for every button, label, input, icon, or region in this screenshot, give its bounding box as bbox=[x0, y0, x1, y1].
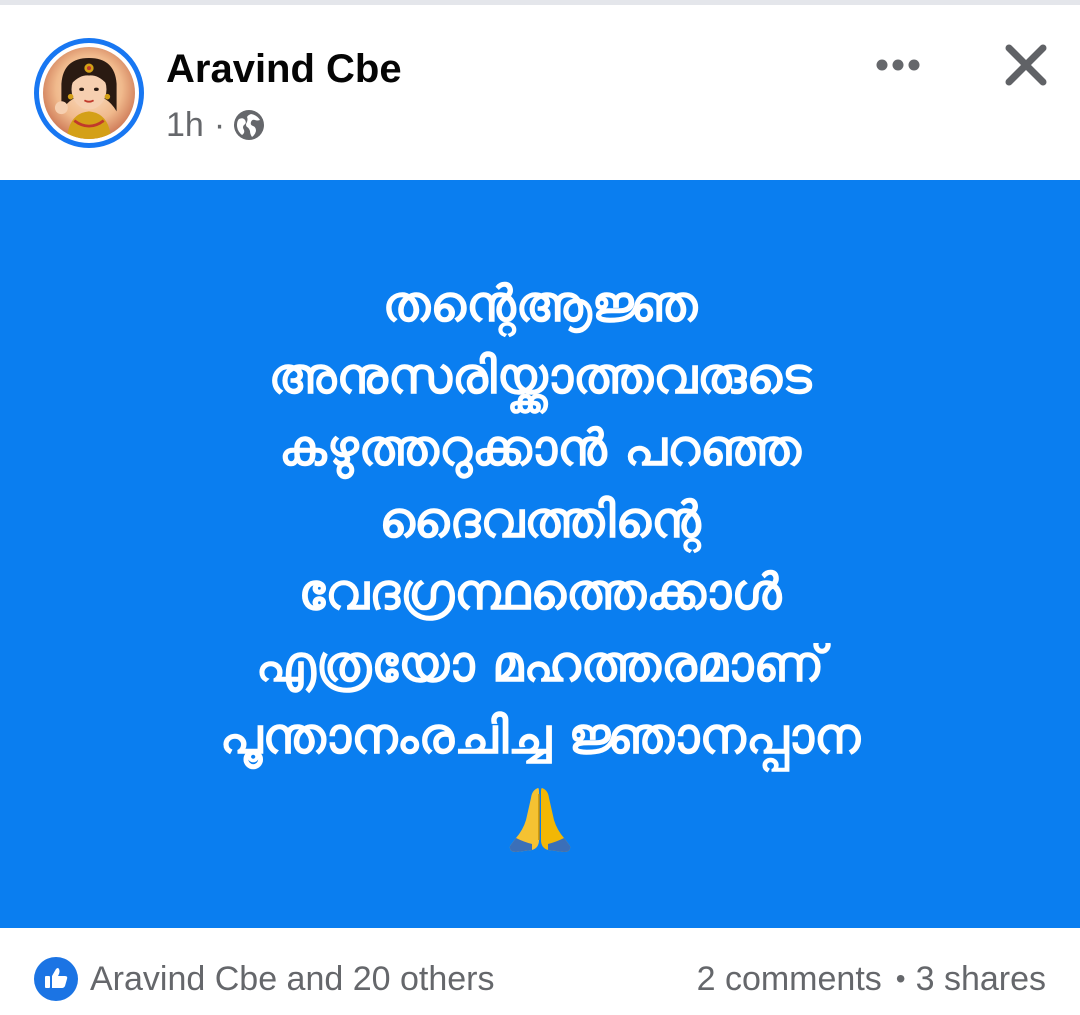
author-name[interactable]: Aravind Cbe bbox=[166, 45, 402, 93]
post-header: Aravind Cbe 1h · bbox=[0, 5, 1080, 180]
post-text-line: വേദഗ്രന്ഥത്തെക്കാൾ bbox=[298, 563, 782, 621]
post-text-line: തന്റെആജ്ഞ bbox=[382, 275, 698, 333]
stats-separator: • bbox=[895, 963, 906, 994]
author-avatar[interactable] bbox=[34, 38, 144, 148]
post-stats: 2 comments • 3 shares bbox=[697, 956, 1046, 1002]
avatar-image bbox=[43, 47, 135, 139]
meta-separator: · bbox=[213, 105, 226, 144]
close-button[interactable] bbox=[996, 35, 1056, 95]
post-text: തന്റെആജ്ഞ അനുസരിയ്ക്കാത്തവരുടെ കഴുത്തറുക… bbox=[60, 268, 1020, 772]
post-text-line: പൂന്താനംരചിച്ച ജ്ഞാനപ്പാന bbox=[219, 707, 861, 765]
close-icon bbox=[1005, 44, 1047, 86]
globe-icon[interactable] bbox=[233, 109, 265, 141]
post-footer: Aravind Cbe and 20 others 2 comments • 3… bbox=[0, 928, 1080, 1015]
more-horizontal-icon bbox=[876, 59, 920, 71]
thumbs-up-icon bbox=[34, 957, 78, 1001]
post-content[interactable]: തന്റെആജ്ഞ അനുസരിയ്ക്കാത്തവരുടെ കഴുത്തറുക… bbox=[0, 180, 1080, 928]
comments-count[interactable]: 2 comments bbox=[697, 960, 882, 999]
post-text-line: എത്രയോ മഹത്തരമാണ് bbox=[255, 635, 825, 693]
more-options-button[interactable] bbox=[866, 45, 930, 85]
post-text-line: ദൈവത്തിന്റെ bbox=[379, 491, 701, 549]
reaction-summary[interactable]: Aravind Cbe and 20 others bbox=[34, 956, 494, 1002]
shares-count[interactable]: 3 shares bbox=[916, 960, 1046, 999]
profile-photo-avatar-icon bbox=[43, 47, 135, 139]
post-meta: 1h · bbox=[166, 103, 265, 147]
reactions-text: Aravind Cbe and 20 others bbox=[90, 959, 495, 998]
post-text-line: അനുസരിയ്ക്കാത്തവരുടെ bbox=[268, 347, 812, 405]
post-time[interactable]: 1h bbox=[166, 106, 204, 145]
folded-hands-icon bbox=[502, 782, 578, 858]
post-text-line: കഴുത്തറുക്കാൻ പറഞ്ഞ bbox=[278, 419, 802, 477]
